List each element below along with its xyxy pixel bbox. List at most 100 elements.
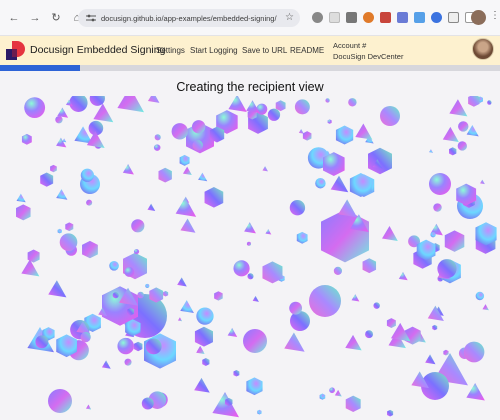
sphere-shape: [153, 144, 161, 151]
sphere-shape: [112, 292, 119, 299]
cone-shape: [338, 199, 358, 218]
account-label: Account #: [333, 41, 367, 50]
sphere-shape: [69, 96, 88, 112]
sphere-shape: [333, 266, 343, 275]
sphere-shape: [137, 291, 144, 299]
sphere-shape: [171, 123, 188, 140]
cube-shape: [335, 125, 354, 145]
bookmark-star-icon[interactable]: ☆: [285, 12, 294, 23]
sphere-shape: [289, 200, 306, 216]
sphere-shape: [289, 301, 303, 315]
cube-shape: [214, 291, 223, 301]
sphere-shape: [131, 219, 145, 233]
sphere-shape: [141, 397, 154, 410]
cube-shape: [368, 147, 392, 175]
sphere-shape: [325, 98, 330, 103]
cube-shape: [386, 318, 396, 329]
cube-shape: [449, 147, 457, 156]
sphere-shape: [380, 106, 400, 126]
cone-shape: [244, 222, 256, 234]
cube-shape: [233, 370, 240, 377]
cone-shape: [466, 124, 479, 137]
forward-icon[interactable]: →: [28, 11, 42, 25]
extension-icon[interactable]: [363, 12, 374, 23]
extension-icon[interactable]: [414, 12, 425, 23]
sphere-shape: [109, 260, 119, 271]
cone-shape: [177, 277, 187, 287]
cone-shape: [482, 304, 489, 311]
cone-shape: [177, 317, 183, 322]
cone-shape: [334, 389, 342, 397]
sphere-shape: [145, 338, 162, 355]
cone-shape: [345, 334, 362, 351]
cube-shape: [319, 393, 326, 400]
cone-shape: [228, 96, 247, 113]
sphere-shape: [191, 120, 206, 134]
account-name: DocuSign DevCenter: [333, 52, 404, 61]
sphere-shape: [196, 307, 214, 325]
extension-icon[interactable]: [329, 12, 340, 23]
extension-icon[interactable]: [380, 12, 391, 23]
reload-icon[interactable]: ↻: [49, 11, 63, 25]
cube-shape: [21, 133, 32, 145]
cone-shape: [122, 164, 134, 175]
sphere-shape: [145, 283, 150, 288]
cone-shape: [382, 226, 398, 242]
cone-shape: [330, 175, 349, 193]
account-info[interactable]: Account # DocuSign DevCenter: [333, 40, 403, 62]
sphere-shape: [48, 389, 72, 413]
cube-shape: [468, 96, 480, 107]
profile-avatar[interactable]: [471, 10, 486, 25]
cube-shape: [204, 187, 224, 208]
menu-settings[interactable]: Settings: [156, 46, 185, 55]
cube-shape: [257, 409, 262, 415]
cone-shape: [180, 218, 196, 233]
sphere-shape: [458, 121, 469, 132]
sphere-shape: [475, 291, 485, 301]
app-title: Docusign Embedded Signing: [30, 44, 166, 56]
cube-shape: [443, 349, 449, 356]
user-avatar[interactable]: [472, 38, 494, 60]
sphere-shape: [35, 335, 49, 349]
sphere-shape: [124, 358, 132, 366]
cone-shape: [21, 259, 40, 277]
cube-shape: [163, 290, 169, 297]
menu-start-logging[interactable]: Start Logging: [190, 46, 238, 55]
cube-shape: [432, 324, 438, 331]
cube-shape: [345, 395, 361, 413]
sphere-shape: [80, 331, 91, 343]
cube-shape: [16, 204, 31, 221]
menu-save-to-url[interactable]: Save to URL: [242, 46, 287, 55]
sphere-shape: [348, 98, 357, 107]
extension-icon[interactable]: [346, 12, 357, 23]
sphere-shape: [463, 341, 485, 363]
cube-shape: [133, 341, 143, 352]
cone-shape: [16, 193, 26, 203]
sphere-shape: [24, 97, 46, 119]
cube-shape: [296, 231, 308, 244]
browser-menu-icon[interactable]: ⋮: [490, 10, 500, 21]
sphere-shape: [457, 141, 467, 151]
cube-shape: [302, 131, 312, 141]
sphere-shape: [373, 302, 380, 309]
extension-icon[interactable]: [431, 12, 442, 23]
cube-shape: [158, 167, 172, 183]
page-title: Creating the recipient view: [176, 80, 324, 94]
extension-icon[interactable]: [312, 12, 323, 23]
cone-shape: [194, 377, 210, 393]
cone-shape: [398, 271, 408, 281]
extensions-puzzle-icon[interactable]: [448, 12, 459, 23]
cube-shape: [82, 240, 98, 259]
cone-shape: [212, 392, 239, 418]
cube-shape: [327, 119, 332, 124]
address-bar[interactable]: docusign.github.io/app-examples/embedded…: [78, 9, 300, 27]
menu-readme[interactable]: README: [290, 46, 324, 55]
cube-shape: [202, 358, 210, 366]
back-icon[interactable]: ←: [7, 11, 21, 25]
sphere-shape: [256, 103, 268, 115]
cone-shape: [56, 189, 68, 200]
extension-icon[interactable]: [397, 12, 408, 23]
cone-shape: [429, 149, 433, 153]
cone-shape: [85, 404, 92, 410]
site-info-icon[interactable]: [86, 14, 96, 22]
